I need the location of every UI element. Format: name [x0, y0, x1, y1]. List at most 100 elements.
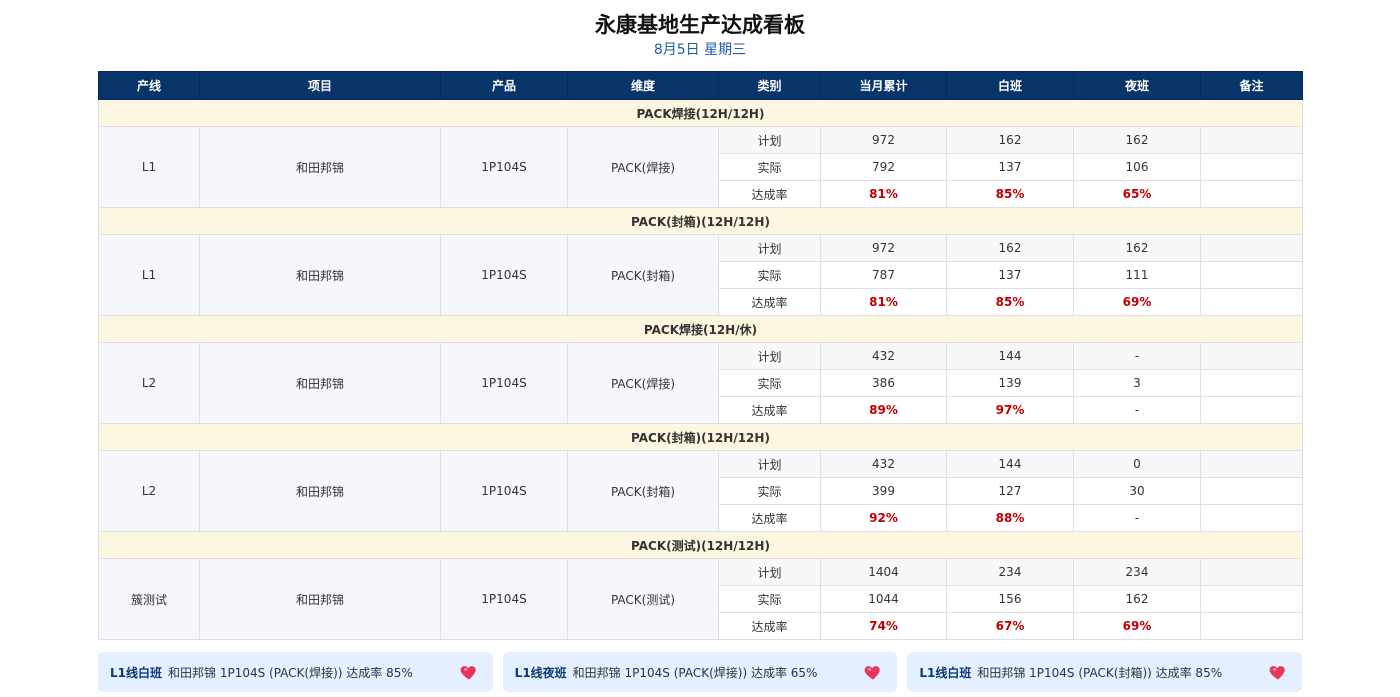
day-shift-cell: 88% [946, 504, 1074, 532]
day-shift-cell: 137 [946, 153, 1074, 181]
note-cell [1200, 126, 1303, 154]
alert-card[interactable]: L1线夜班 和田邦锦 1P104S (PACK(焊接)) 达成率 65% [502, 652, 898, 692]
note-cell [1200, 180, 1303, 208]
monthly-cell: 74% [820, 612, 947, 640]
category-cell: 实际 [718, 153, 821, 181]
project-cell: 和田邦锦 [199, 450, 441, 532]
section-header-row: PACK焊接(12H/休) [98, 315, 1303, 343]
section-title: PACK(封箱)(12H/12H) [98, 207, 1303, 235]
col-header-monthly[interactable]: 当月累计 [820, 71, 947, 100]
product-cell: 1P104S [440, 558, 568, 640]
table-row: L2 和田邦锦 1P104S PACK(封箱) 计划 432 144 0 [98, 450, 1303, 532]
col-header-day-shift[interactable]: 白班 [946, 71, 1074, 100]
category-cell: 达成率 [718, 288, 821, 316]
line-cell: L2 [98, 342, 200, 424]
project-cell: 和田邦锦 [199, 558, 441, 640]
table-row: L1 和田邦锦 1P104S PACK(焊接) 计划 972 162 162 [98, 126, 1303, 208]
night-shift-cell: - [1073, 504, 1201, 532]
category-cell: 达成率 [718, 504, 821, 532]
heart-icon [864, 666, 881, 680]
card-text: 和田邦锦 1P104S (PACK(封箱)) 达成率 85% [977, 665, 1223, 680]
section-title: PACK(封箱)(12H/12H) [98, 423, 1303, 451]
note-cell [1200, 558, 1303, 586]
table-row: L1 和田邦锦 1P104S PACK(封箱) 计划 972 162 162 [98, 234, 1303, 316]
note-cell [1200, 369, 1303, 397]
heart-icon [460, 666, 476, 680]
category-cell: 计划 [718, 342, 821, 370]
card-line-label: L1线夜班 [514, 665, 567, 680]
col-header-product[interactable]: 产品 [440, 71, 568, 100]
note-cell [1200, 450, 1303, 478]
dimension-cell: PACK(测试) [567, 558, 719, 640]
note-cell [1200, 234, 1303, 262]
note-cell [1200, 288, 1303, 316]
night-shift-cell: 162 [1073, 126, 1201, 154]
night-shift-cell: 234 [1073, 558, 1201, 586]
col-header-line[interactable]: 产线 [98, 71, 200, 100]
heart-icon [1269, 666, 1285, 680]
night-shift-cell: 111 [1073, 261, 1201, 289]
day-shift-cell: 85% [946, 288, 1074, 316]
note-cell [1200, 153, 1303, 181]
monthly-cell: 81% [820, 180, 947, 208]
monthly-cell: 972 [820, 126, 947, 154]
note-cell [1200, 342, 1303, 370]
day-shift-cell: 67% [946, 612, 1074, 640]
dimension-cell: PACK(焊接) [567, 342, 719, 424]
col-header-note[interactable]: 备注 [1200, 71, 1303, 100]
section-title: PACK(测试)(12H/12H) [98, 531, 1303, 559]
note-cell [1200, 396, 1303, 424]
monthly-cell: 92% [820, 504, 947, 532]
col-header-category[interactable]: 类别 [718, 71, 821, 100]
card-line-label: L1线白班 [110, 665, 162, 680]
day-shift-cell: 162 [946, 126, 1074, 154]
category-cell: 达成率 [718, 396, 821, 424]
project-cell: 和田邦锦 [199, 126, 441, 208]
day-shift-cell: 234 [946, 558, 1074, 586]
dimension-cell: PACK(封箱) [567, 450, 719, 532]
night-shift-cell: - [1073, 396, 1201, 424]
section-header-row: PACK焊接(12H/12H) [98, 99, 1303, 127]
page-header: 永康基地生产达成看板 8月5日 星期三 [0, 0, 1400, 62]
section-title: PACK焊接(12H/12H) [98, 99, 1303, 127]
dimension-cell: PACK(封箱) [567, 234, 719, 316]
monthly-cell: 399 [820, 477, 947, 505]
monthly-cell: 1404 [820, 558, 947, 586]
col-header-dimension[interactable]: 维度 [567, 71, 719, 100]
monthly-cell: 787 [820, 261, 947, 289]
night-shift-cell: 30 [1073, 477, 1201, 505]
night-shift-cell: 65% [1073, 180, 1201, 208]
monthly-cell: 1044 [820, 585, 947, 613]
table-row: L2 和田邦锦 1P104S PACK(焊接) 计划 432 144- [98, 342, 1303, 424]
day-shift-cell: 162 [946, 234, 1074, 262]
monthly-cell: 792 [820, 153, 947, 181]
alert-card[interactable]: L1线白班 和田邦锦 1P104S (PACK(封箱)) 达成率 85% [907, 652, 1303, 692]
category-cell: 计划 [718, 558, 821, 586]
category-cell: 实际 [718, 585, 821, 613]
day-shift-cell: 97% [946, 396, 1074, 424]
category-cell: 计划 [718, 234, 821, 262]
monthly-cell: 89% [820, 396, 947, 424]
monthly-cell: 432 [820, 450, 947, 478]
table-header-row: 产线 项目 产品 维度 类别 当月累计 白班 夜班 备注 [98, 71, 1303, 100]
project-cell: 和田邦锦 [199, 342, 441, 424]
note-cell [1200, 477, 1303, 505]
night-shift-cell: 69% [1073, 288, 1201, 316]
category-cell: 计划 [718, 126, 821, 154]
table-body: PACK焊接(12H/12H) L1 和田邦锦 1P104S PACK(焊接) 计划 972… [98, 99, 1303, 640]
category-cell: 达成率 [718, 612, 821, 640]
day-shift-cell: 144 [946, 450, 1074, 478]
line-cell: L1 [98, 126, 200, 208]
line-cell: L2 [98, 450, 200, 532]
production-table: 产线 项目 产品 维度 类别 当月累计 白班 夜班 备注 PACK焊接(12H/… [98, 71, 1303, 640]
col-header-night-shift[interactable]: 夜班 [1073, 71, 1201, 100]
day-shift-cell: 156 [946, 585, 1074, 613]
col-header-project[interactable]: 项目 [199, 71, 441, 100]
night-shift-cell: 162 [1073, 585, 1201, 613]
line-cell: 簇测试 [98, 558, 200, 640]
section-header-row: PACK(封箱)(12H/12H) [98, 423, 1303, 451]
section-title: PACK焊接(12H/休) [98, 315, 1303, 343]
alert-card[interactable]: L1线白班 和田邦锦 1P104S (PACK(焊接)) 达成率 85% [98, 652, 493, 692]
section-header-row: PACK(封箱)(12H/12H) [98, 207, 1303, 235]
night-shift-cell: 3 [1073, 369, 1201, 397]
